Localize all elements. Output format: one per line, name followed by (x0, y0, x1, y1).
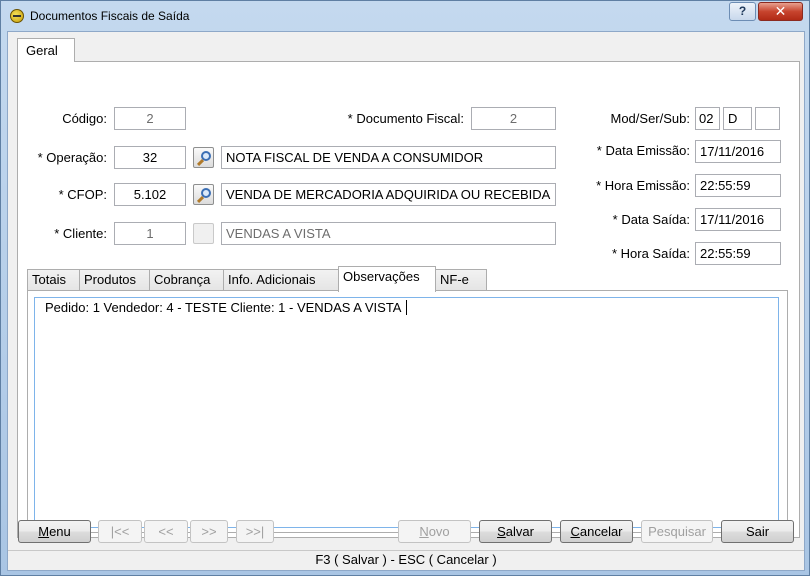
documento-fiscal-label: * Documento Fiscal: (347, 111, 464, 126)
window-title: Documentos Fiscais de Saída (30, 9, 190, 23)
codigo-label: Código: (62, 111, 107, 126)
data-emissao-label: * Data Emissão: (596, 143, 690, 158)
status-bar: F3 ( Salvar ) - ESC ( Cancelar ) (8, 550, 804, 570)
cfop-search-button[interactable] (193, 184, 214, 205)
observacoes-panel: Pedido: 1 Vendedor: 4 - TESTE Cliente: 1… (27, 290, 788, 533)
cliente-search-button[interactable] (193, 223, 214, 244)
window: Documentos Fiscais de Saída ? ✕ Geral Có… (0, 0, 810, 576)
tab-geral[interactable]: Geral (17, 38, 75, 62)
window-client: Geral Código: 2 * Documento Fiscal: 2 Mo… (7, 31, 805, 571)
observacoes-text: Pedido: 1 Vendedor: 4 - TESTE Cliente: 1… (45, 300, 402, 315)
tab-info-adicionais[interactable]: Info. Adicionais (223, 269, 339, 290)
operacao-code-field[interactable]: 32 (114, 146, 186, 169)
operacao-search-button[interactable] (193, 147, 214, 168)
title-bar: Documentos Fiscais de Saída ? ✕ (1, 1, 809, 31)
cancelar-button[interactable]: Cancelar (560, 520, 633, 543)
cfop-code-field[interactable]: 5.102 (114, 183, 186, 206)
tab-observacoes[interactable]: Observações (338, 266, 436, 292)
tab-cobranca[interactable]: Cobrança (149, 269, 224, 290)
menu-button[interactable]: Menu (18, 520, 91, 543)
app-icon (10, 9, 24, 23)
hora-emissao-label: * Hora Emissão: (596, 178, 690, 193)
data-saida-field[interactable]: 17/11/2016 (695, 208, 781, 231)
first-record-button[interactable]: |<< (98, 520, 142, 543)
hora-saida-label: * Hora Saída: (611, 246, 690, 261)
observacoes-textarea[interactable]: Pedido: 1 Vendedor: 4 - TESTE Cliente: 1… (34, 297, 779, 528)
cliente-description-field[interactable]: VENDAS A VISTA (221, 222, 556, 245)
next-record-button[interactable]: >> (190, 520, 228, 543)
hora-emissao-field[interactable]: 22:55:59 (695, 174, 781, 197)
tab-produtos[interactable]: Produtos (79, 269, 150, 290)
cliente-label: * Cliente: (54, 226, 107, 241)
mod-field[interactable]: 02 (695, 107, 720, 130)
data-emissao-field[interactable]: 17/11/2016 (695, 140, 781, 163)
cfop-description-field[interactable]: VENDA DE MERCADORIA ADQUIRIDA OU RECEBID… (221, 183, 556, 206)
sair-button[interactable]: Sair (721, 520, 794, 543)
cliente-code-field[interactable]: 1 (114, 222, 186, 245)
previous-record-button[interactable]: << (144, 520, 188, 543)
help-button[interactable]: ? (729, 2, 756, 21)
cfop-label: * CFOP: (58, 187, 107, 202)
salvar-button[interactable]: Salvar (479, 520, 552, 543)
pesquisar-button[interactable]: Pesquisar (641, 520, 713, 543)
geral-panel: Código: 2 * Documento Fiscal: 2 Mod/Ser/… (17, 61, 800, 538)
tab-nfe[interactable]: NF-e (435, 269, 487, 290)
codigo-field[interactable]: 2 (114, 107, 186, 130)
novo-button[interactable]: Novo (398, 520, 471, 543)
documento-fiscal-field[interactable]: 2 (471, 107, 556, 130)
close-button[interactable]: ✕ (758, 2, 803, 21)
ser-field[interactable]: D (723, 107, 752, 130)
operacao-label: * Operação: (37, 150, 107, 165)
data-saida-label: * Data Saída: (612, 212, 690, 227)
last-record-button[interactable]: >>| (236, 520, 274, 543)
sub-field[interactable] (755, 107, 780, 130)
hora-saida-field[interactable]: 22:55:59 (695, 242, 781, 265)
mod-ser-sub-label: Mod/Ser/Sub: (610, 111, 691, 126)
tab-totais[interactable]: Totais (27, 269, 80, 290)
operacao-description-field[interactable]: NOTA FISCAL DE VENDA A CONSUMIDOR (221, 146, 556, 169)
text-caret (406, 300, 408, 315)
